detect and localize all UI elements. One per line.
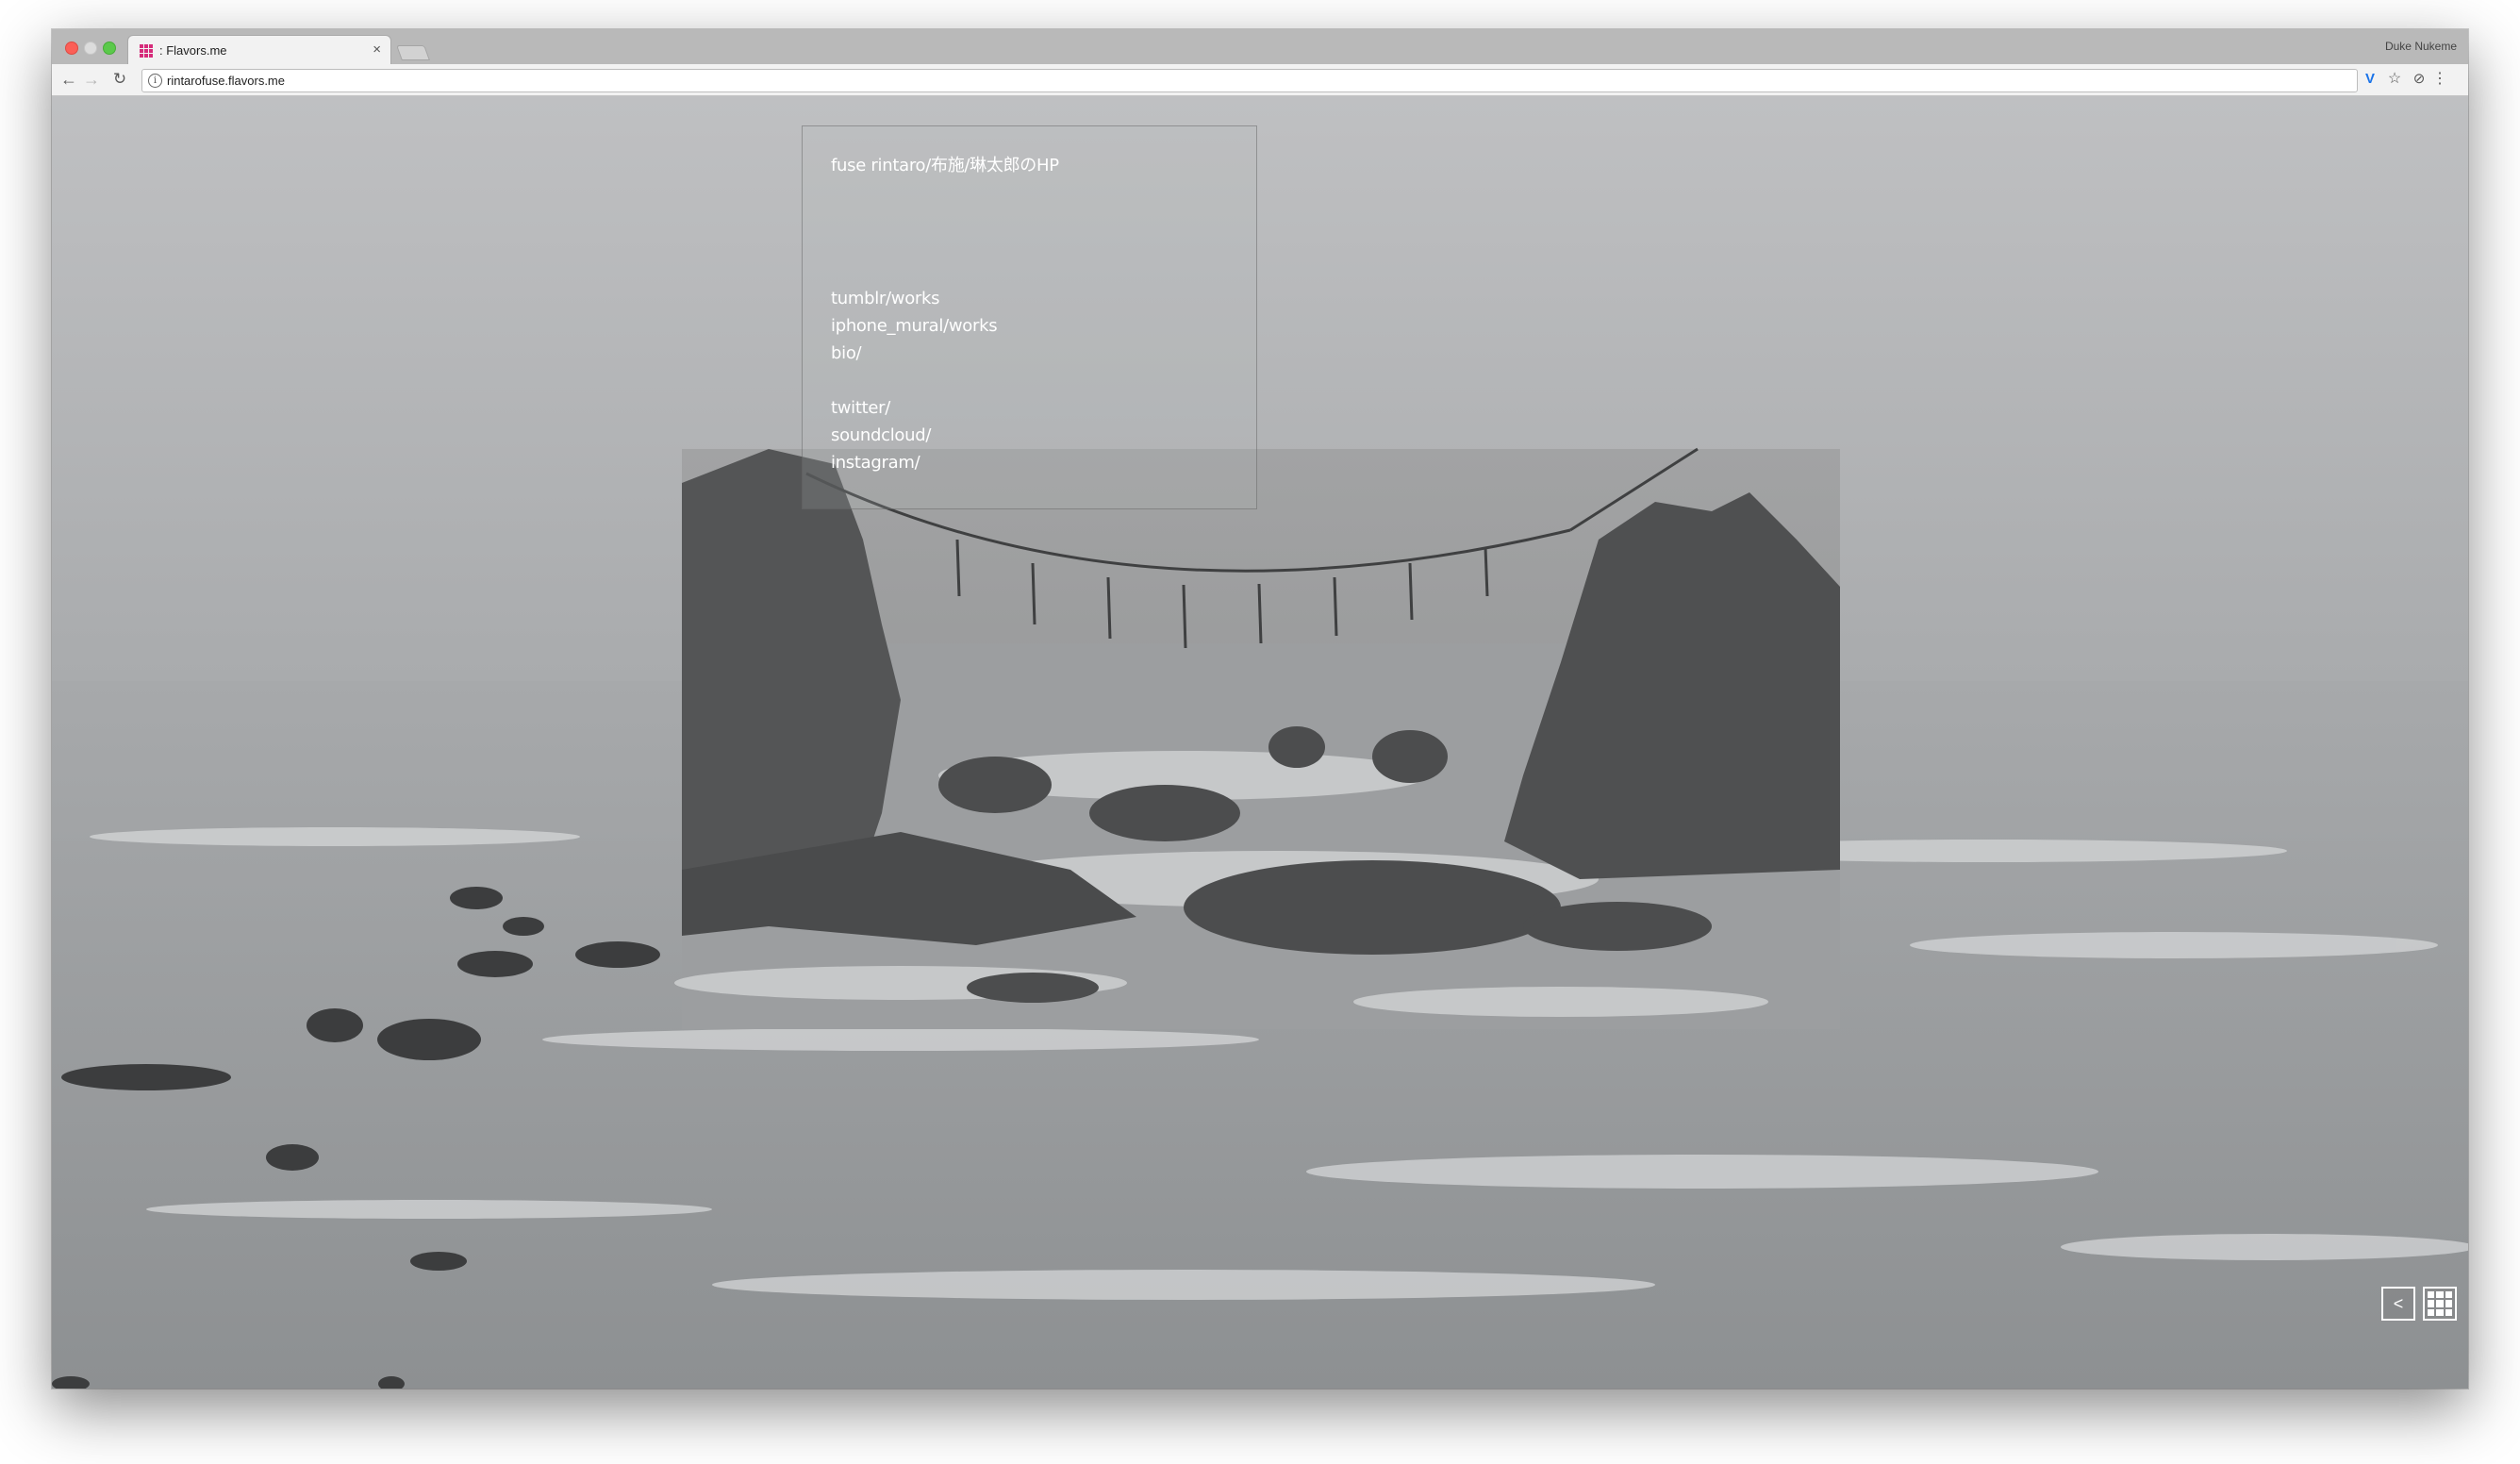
page-content: fuse rintaro/布施/琳太郎のHP tumblr/works ipho… (52, 96, 2468, 1389)
profile-name[interactable]: Duke Nukeme (2385, 40, 2457, 53)
close-window-button[interactable] (65, 42, 78, 55)
minimize-window-button[interactable] (84, 42, 97, 55)
tab-title: : Flavors.me (159, 43, 227, 58)
flavors-favicon-icon (140, 44, 153, 58)
back-arrow-icon[interactable]: ← (59, 70, 78, 89)
browser-window: : Flavors.me × Duke Nukeme ← → ↻ i rinta… (52, 29, 2468, 1389)
extension-icon[interactable]: ⊘ (2410, 70, 2429, 89)
forward-arrow-icon[interactable]: → (82, 70, 101, 89)
kebab-menu-icon[interactable]: ⋮ (2430, 70, 2449, 89)
address-bar[interactable]: i rintarofuse.flavors.me (141, 69, 2358, 92)
maximize-window-button[interactable] (103, 42, 116, 55)
tab-flavors[interactable]: : Flavors.me × (127, 35, 391, 66)
url-text[interactable]: rintarofuse.flavors.me (167, 74, 285, 88)
share-button[interactable]: < (2381, 1287, 2415, 1321)
reload-icon[interactable]: ↻ (110, 70, 129, 89)
background-photo (52, 96, 2468, 1389)
v-extension-icon[interactable]: V (2361, 70, 2379, 89)
browser-toolbar: ← → ↻ i rintarofuse.flavors.me V ☆ ⊘ ⋮ (52, 64, 2468, 96)
link-tumblr-works[interactable]: tumblr/works (831, 289, 940, 308)
grid-icon (2428, 1291, 2435, 1299)
grid-button[interactable] (2423, 1287, 2457, 1321)
site-title: fuse rintaro/布施/琳太郎のHP (831, 156, 1059, 175)
link-instagram[interactable]: instagram/ (831, 453, 920, 473)
star-icon[interactable]: ☆ (2385, 70, 2404, 89)
new-tab-button[interactable] (396, 45, 430, 60)
info-icon[interactable]: i (148, 74, 162, 88)
link-soundcloud[interactable]: soundcloud/ (831, 425, 931, 445)
menu-panel: fuse rintaro/布施/琳太郎のHP tumblr/works ipho… (802, 125, 1257, 509)
link-twitter[interactable]: twitter/ (831, 398, 890, 418)
link-bio[interactable]: bio/ (831, 343, 862, 363)
share-icon: < (2393, 1294, 2404, 1313)
tab-close-icon[interactable]: × (373, 42, 381, 58)
tab-strip: : Flavors.me × Duke Nukeme (52, 29, 2468, 66)
link-iphone-mural-works[interactable]: iphone_mural/works (831, 316, 998, 336)
